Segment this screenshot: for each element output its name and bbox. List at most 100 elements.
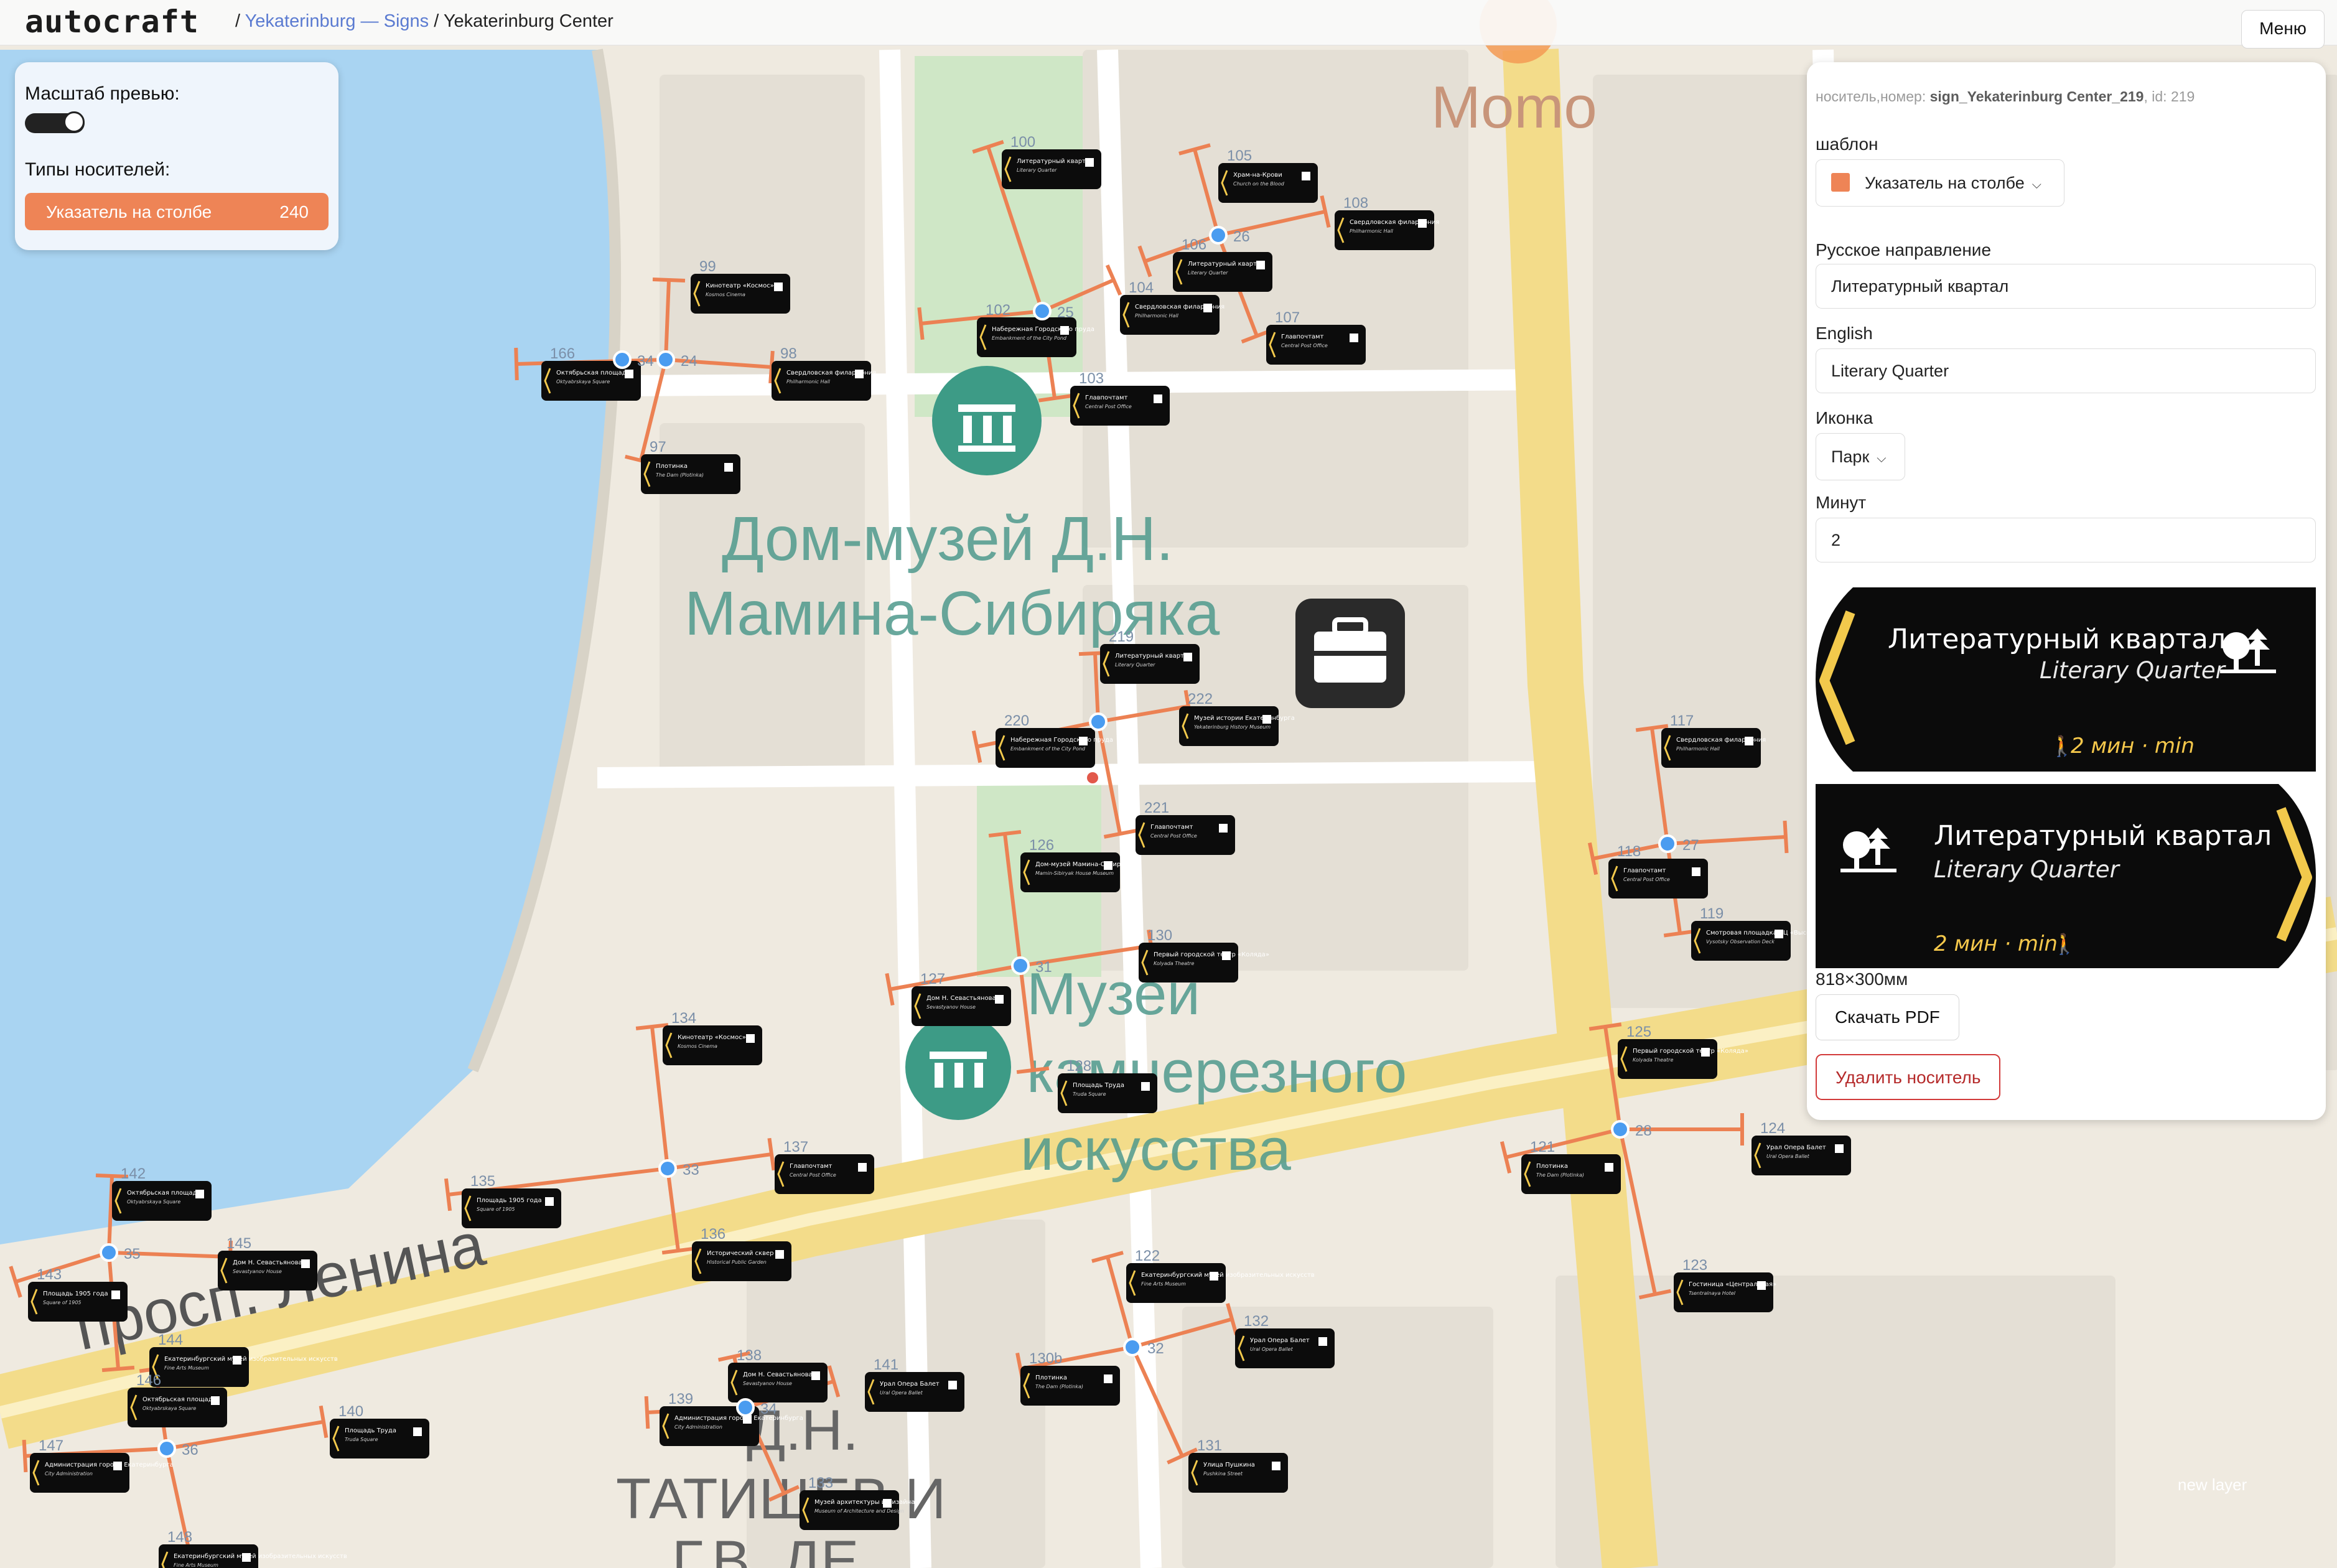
sign-title: Площадь Труда — [345, 1427, 396, 1434]
breadcrumb: / Yekaterinburg — Signs / Yekaterinburg … — [235, 11, 613, 32]
sign-id: 134 — [671, 1010, 696, 1027]
sign-id: 105 — [1227, 147, 1252, 164]
sign-subtitle: Oktyabrskaya Square — [556, 379, 610, 385]
sign-title: Литературный квартал — [1188, 261, 1264, 268]
top-bar: autocraft / Yekaterinburg — Signs / Yeka… — [0, 0, 2337, 49]
sign-subtitle: Oktyabrskaya Square — [142, 1406, 196, 1411]
sign-id: 124 — [1760, 1120, 1785, 1137]
sign-title: Плотинка — [656, 463, 688, 470]
breadcrumb-link-city[interactable]: Yekaterinburg — Signs — [245, 11, 429, 31]
sign-subtitle: Yekaterinburg History Museum — [1194, 724, 1271, 730]
route-node[interactable] — [1123, 1338, 1142, 1356]
sign-pictogram-icon — [233, 1356, 241, 1365]
sign-pictogram-icon — [1104, 1374, 1113, 1383]
sign-subtitle: Kolyada Theatre — [1154, 961, 1194, 966]
sign-preview-left: Литературный квартал Literary Quarter 2 … — [1816, 587, 2316, 772]
sign-pictogram-icon — [625, 370, 633, 378]
sign-id: 106 — [1182, 236, 1206, 253]
sign-subtitle: Sevastyanov House — [233, 1269, 282, 1274]
download-pdf-button[interactable]: Скачать PDF — [1816, 994, 1959, 1040]
sign-pictogram-icon — [111, 1290, 120, 1299]
route-node-id: 35 — [124, 1246, 141, 1262]
english-input[interactable]: Literary Quarter — [1816, 348, 2316, 393]
route-node-id: 33 — [683, 1162, 699, 1178]
sign-pictogram-icon — [855, 370, 864, 378]
route-node-selected[interactable] — [1089, 712, 1108, 731]
carrier-types-label: Типы носителей: — [25, 159, 170, 180]
preview-scale-slider[interactable] — [25, 111, 85, 133]
sign-subtitle: Sevastyanov House — [743, 1381, 792, 1386]
sign-title: Храм-на-Крови — [1233, 172, 1282, 179]
sign-id: 102 — [986, 302, 1010, 319]
sign-title: Урал Опера Балет — [880, 1381, 940, 1388]
carrier-type-count: 240 — [279, 202, 309, 222]
sign-subtitle: Vysotsky Observation Deck — [1706, 939, 1775, 945]
delete-carrier-button[interactable]: Удалить носитель — [1816, 1054, 2001, 1100]
sign-id: 104 — [1129, 279, 1154, 296]
map-label-tatischev-3: Г.В. ДЕ — [672, 1529, 859, 1568]
menu-button[interactable]: Меню — [2241, 10, 2325, 49]
sign-title: Набережная Городского пруда — [1010, 737, 1113, 744]
selected-sign-marker[interactable] — [1087, 772, 1098, 783]
sign-pictogram-icon — [1745, 737, 1753, 745]
sign-id: 100 — [1010, 134, 1035, 151]
sign-pictogram-icon — [1701, 1048, 1710, 1057]
sign-meta-name: sign_Yekaterinburg Center_219 — [1929, 88, 2144, 105]
route-node[interactable] — [1209, 226, 1228, 245]
slider-knob[interactable] — [63, 111, 85, 133]
sign-title: Площадь Труда — [1073, 1082, 1124, 1089]
app-logo[interactable]: autocraft — [25, 4, 199, 40]
ru-direction-label: Русское направление — [1816, 240, 1992, 259]
sign-subtitle: Truda Square — [345, 1437, 378, 1442]
ru-direction-input[interactable]: Литературный квартал — [1816, 264, 2316, 309]
template-select[interactable]: Указатель на столбе ⌵ — [1816, 159, 2064, 207]
sign-title: Урал Опера Балет — [1250, 1337, 1310, 1344]
sign-subtitle: Mamin-Sibiryak House Museum — [1035, 870, 1114, 876]
sign-title: Набережная Городского пруда — [992, 326, 1094, 333]
sign-id: 143 — [37, 1266, 62, 1283]
icon-select-value: Парк — [1831, 447, 1870, 466]
sign-id: 117 — [1670, 712, 1694, 729]
route-node[interactable] — [100, 1243, 118, 1262]
sign-pictogram-icon — [242, 1553, 251, 1562]
sign-id: 126 — [1029, 837, 1054, 854]
sign-id: 145 — [226, 1235, 251, 1252]
sign-pictogram-icon — [1605, 1163, 1613, 1172]
template-select-value: Указатель на столбе — [1865, 174, 2025, 192]
sign-pictogram-icon — [883, 1499, 892, 1508]
route-node[interactable] — [1011, 956, 1030, 975]
sign-subtitle: Philharmonic Hall — [1135, 313, 1179, 319]
route-node[interactable] — [1033, 302, 1052, 320]
route-node[interactable] — [658, 1159, 677, 1178]
sign-id: 123 — [1682, 1257, 1707, 1274]
minutes-input[interactable]: 2 — [1816, 518, 2316, 562]
route-node-id: 36 — [182, 1442, 198, 1458]
sign-pictogram-icon — [774, 282, 783, 291]
sign-title: Дом Н. Севастьянова — [926, 995, 996, 1002]
breadcrumb-separator: / — [434, 11, 439, 31]
sign-meta-id: , id: 219 — [2143, 88, 2195, 105]
sign-id: 142 — [121, 1165, 146, 1182]
sign-subtitle: Church on the Blood — [1233, 181, 1285, 187]
sign-id: 166 — [550, 345, 575, 362]
route-node[interactable] — [736, 1398, 755, 1417]
route-end-cap — [652, 277, 686, 283]
sign-title: Площадь 1905 года — [477, 1197, 542, 1204]
sign-pictogram-icon — [1219, 824, 1228, 833]
sign-id: 130b — [1029, 1350, 1062, 1367]
sign-subtitle: The Dam (Plotinka) — [656, 472, 704, 478]
sign-title: Кинотеатр «Космос» — [678, 1034, 746, 1041]
icon-select[interactable]: Парк ⌵ — [1816, 433, 1905, 480]
route-node[interactable] — [613, 350, 632, 369]
route-node[interactable] — [1611, 1120, 1630, 1139]
sign-subtitle: Museum of Architecture and Design — [814, 1508, 904, 1514]
chevron-down-icon: ⌵ — [2031, 178, 2041, 192]
route-node[interactable] — [1658, 834, 1677, 853]
route-node[interactable] — [656, 350, 675, 369]
minutes-label: Минут — [1816, 493, 1867, 512]
carrier-type-chip[interactable]: Указатель на столбе 240 — [25, 193, 329, 230]
sign-pictogram-icon — [995, 995, 1004, 1004]
chevron-down-icon: ⌵ — [1877, 452, 1887, 465]
route-node[interactable] — [157, 1439, 176, 1458]
sign-pictogram-icon — [113, 1462, 122, 1470]
